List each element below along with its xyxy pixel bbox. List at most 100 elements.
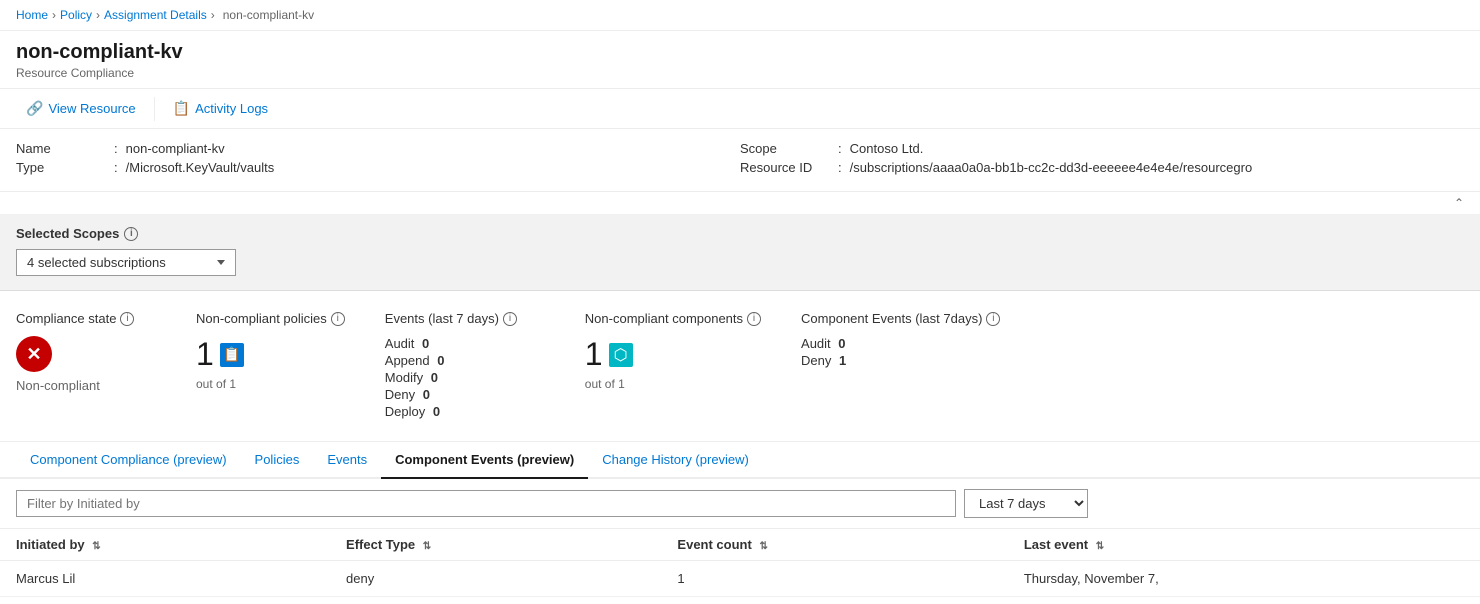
page-subtitle: Resource Compliance xyxy=(16,66,1464,80)
comp-event-audit-label: Audit xyxy=(801,336,834,351)
compliance-state-info-icon[interactable]: i xyxy=(120,312,134,326)
breadcrumb-sep-1: › xyxy=(52,8,56,22)
tab-events[interactable]: Events xyxy=(313,442,381,479)
col-effect-type-label: Effect Type xyxy=(346,537,415,552)
scopes-section: Selected Scopes i 4 selected subscriptio… xyxy=(0,214,1480,291)
non-compliant-policies-out-of: out of 1 xyxy=(196,377,345,391)
events-list: Audit 0 Append 0 Modify 0 Deny 0 Deploy … xyxy=(385,336,545,419)
tab-change-history[interactable]: Change History (preview) xyxy=(588,442,763,479)
event-deny-value: 0 xyxy=(423,387,430,402)
cell-effect-type: deny xyxy=(330,561,661,597)
collapse-bar[interactable]: ⌃ xyxy=(0,192,1480,214)
info-resource-id-sep: : xyxy=(838,160,842,175)
tab-events-label: Events xyxy=(327,452,367,467)
policy-icon xyxy=(220,343,244,367)
non-compliant-policies-label: Non-compliant policies xyxy=(196,311,327,326)
info-type-sep: : xyxy=(114,160,118,175)
component-icon xyxy=(609,343,633,367)
activity-logs-label: Activity Logs xyxy=(195,101,268,116)
col-last-event: Last event ⇅ xyxy=(1008,529,1480,561)
event-deploy-value: 0 xyxy=(433,404,440,419)
info-scope-value: Contoso Ltd. xyxy=(850,141,924,156)
tab-component-compliance-label: Component Compliance (preview) xyxy=(30,452,227,467)
component-events-info-icon[interactable]: i xyxy=(986,312,1000,326)
tab-policies[interactable]: Policies xyxy=(241,442,314,479)
toolbar: 🔗 View Resource 📋 Activity Logs xyxy=(0,89,1480,129)
comp-event-audit-value: 0 xyxy=(838,336,845,351)
collapse-icon: ⌃ xyxy=(1454,196,1464,210)
breadcrumb-sep-3: › xyxy=(211,8,215,22)
info-right: Scope : Contoso Ltd. Resource ID : /subs… xyxy=(740,141,1464,179)
chevron-down-icon xyxy=(217,260,225,265)
activity-logs-button[interactable]: 📋 Activity Logs xyxy=(163,95,278,122)
breadcrumb-policy[interactable]: Policy xyxy=(60,8,92,22)
comp-event-deny: Deny 1 xyxy=(801,353,1000,368)
col-effect-type: Effect Type ⇅ xyxy=(330,529,661,561)
compliance-state-icon xyxy=(16,336,52,372)
comp-event-deny-label: Deny xyxy=(801,353,835,368)
time-range-select[interactable]: Last 7 days Last 30 days Custom range xyxy=(964,489,1088,518)
scope-dropdown[interactable]: 4 selected subscriptions xyxy=(16,249,236,276)
non-compliant-components-title: Non-compliant components i xyxy=(585,311,761,326)
breadcrumb-current: non-compliant-kv xyxy=(223,8,314,22)
non-compliant-policies-title: Non-compliant policies i xyxy=(196,311,345,326)
info-resource-id-row: Resource ID : /subscriptions/aaaa0a0a-bb… xyxy=(740,160,1464,175)
stats-section: Compliance state i Non-compliant Non-com… xyxy=(0,291,1480,442)
filter-bar: Last 7 days Last 30 days Custom range xyxy=(0,479,1480,529)
non-compliant-components-number: 1 xyxy=(585,336,603,373)
scope-dropdown-value: 4 selected subscriptions xyxy=(27,255,166,270)
col-last-event-sort[interactable]: ⇅ xyxy=(1096,541,1104,552)
tab-component-events[interactable]: Component Events (preview) xyxy=(381,442,588,479)
non-compliant-components-count: 1 xyxy=(585,336,761,373)
col-initiated-by-sort[interactable]: ⇅ xyxy=(92,541,100,552)
tab-component-compliance[interactable]: Component Compliance (preview) xyxy=(16,442,241,479)
events-info-icon[interactable]: i xyxy=(503,312,517,326)
event-audit-label: Audit xyxy=(385,336,418,351)
col-initiated-by: Initiated by ⇅ xyxy=(0,529,330,561)
event-deploy: Deploy 0 xyxy=(385,404,545,419)
table-header-row: Initiated by ⇅ Effect Type ⇅ Event count… xyxy=(0,529,1480,561)
table-container: Initiated by ⇅ Effect Type ⇅ Event count… xyxy=(0,529,1480,597)
filter-input[interactable] xyxy=(16,490,956,517)
breadcrumb-home[interactable]: Home xyxy=(16,8,48,22)
non-compliant-policies-number: 1 xyxy=(196,336,214,373)
toolbar-divider xyxy=(154,97,155,121)
non-compliant-policies-block: Non-compliant policies i 1 out of 1 xyxy=(196,311,345,421)
breadcrumb: Home › Policy › Assignment Details › non… xyxy=(0,0,1480,31)
compliance-state-block: Compliance state i Non-compliant xyxy=(16,311,156,421)
event-append: Append 0 xyxy=(385,353,545,368)
event-append-value: 0 xyxy=(437,353,444,368)
info-name-sep: : xyxy=(114,141,118,156)
cell-last-event: Thursday, November 7, xyxy=(1008,561,1480,597)
event-deny: Deny 0 xyxy=(385,387,545,402)
col-event-count-sort[interactable]: ⇅ xyxy=(759,541,767,552)
col-initiated-by-label: Initiated by xyxy=(16,537,85,552)
tab-policies-label: Policies xyxy=(255,452,300,467)
cell-event-count: 1 xyxy=(661,561,1007,597)
info-type-label: Type xyxy=(16,160,106,175)
scopes-info-icon[interactable]: i xyxy=(124,227,138,241)
col-event-count-label: Event count xyxy=(677,537,751,552)
comp-event-deny-value: 1 xyxy=(839,353,846,368)
events-block: Events (last 7 days) i Audit 0 Append 0 … xyxy=(385,311,545,421)
col-event-count: Event count ⇅ xyxy=(661,529,1007,561)
info-type-row: Type : /Microsoft.KeyVault/vaults xyxy=(16,160,740,175)
col-effect-type-sort[interactable]: ⇅ xyxy=(423,541,431,552)
event-append-label: Append xyxy=(385,353,433,368)
events-title: Events (last 7 days) i xyxy=(385,311,545,326)
info-scope-sep: : xyxy=(838,141,842,156)
non-compliant-components-info-icon[interactable]: i xyxy=(747,312,761,326)
non-compliant-policies-info-icon[interactable]: i xyxy=(331,312,345,326)
info-name-label: Name xyxy=(16,141,106,156)
info-scope-row: Scope : Contoso Ltd. xyxy=(740,141,1464,156)
compliance-state-title: Compliance state i xyxy=(16,311,156,326)
info-scope-label: Scope xyxy=(740,141,830,156)
scopes-label-text: Selected Scopes xyxy=(16,226,119,241)
page-header: non-compliant-kv Resource Compliance xyxy=(0,31,1480,89)
data-table: Initiated by ⇅ Effect Type ⇅ Event count… xyxy=(0,529,1480,597)
view-resource-button[interactable]: 🔗 View Resource xyxy=(16,95,146,122)
scopes-label: Selected Scopes i xyxy=(16,226,1464,241)
breadcrumb-assignment-details[interactable]: Assignment Details xyxy=(104,8,207,22)
non-compliant-policies-count: 1 xyxy=(196,336,345,373)
events-label: Events (last 7 days) xyxy=(385,311,499,326)
